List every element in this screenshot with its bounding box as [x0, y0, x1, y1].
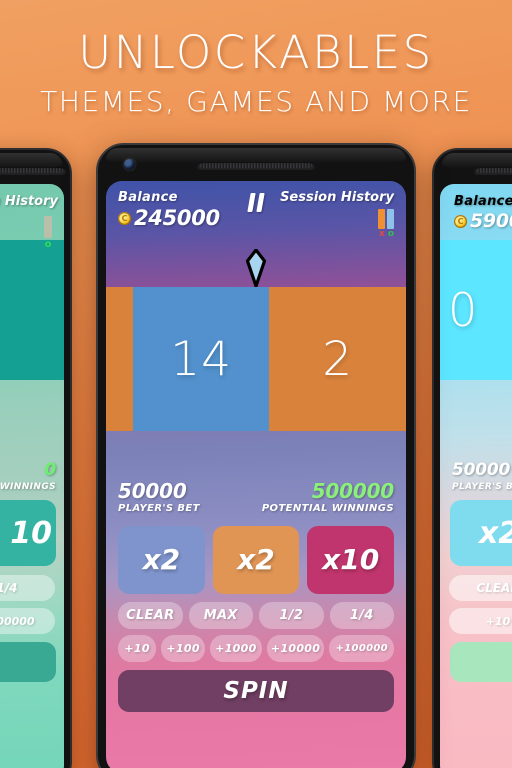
bet-control-right-2[interactable]: +10 — [449, 608, 512, 634]
potential-winnings-value: 500000 — [311, 479, 394, 503]
wheel-strip-right: 0 — [440, 240, 512, 380]
session-history-button[interactable]: Session History x o — [280, 190, 394, 240]
spin-button-right[interactable] — [450, 642, 512, 682]
clear-bet-button[interactable]: CLEAR — [118, 601, 183, 629]
potential-winnings-label-left: TIAL WINNINGS — [0, 482, 56, 492]
player-bet-value: 50000 — [118, 479, 187, 503]
multiplier-row: x2 x2 x10 — [106, 517, 406, 594]
bet-control-left-2[interactable]: +100000 — [0, 608, 55, 634]
history-bar-orange — [378, 209, 385, 229]
session-history-icon: x o — [378, 209, 394, 239]
phone-left: ion History o 0 TIAL WINNINGS 10 1/4 +10… — [0, 148, 72, 768]
multiplier-button-1[interactable]: x2 — [118, 525, 205, 594]
pause-icon-bar-1 — [247, 193, 256, 212]
spin-button-wrap: SPIN — [106, 662, 406, 712]
speaker-grille-center — [197, 162, 315, 169]
bet-info: 50000 PLAYER'S BET 500000 POTENTIAL WINN… — [106, 481, 406, 517]
history-bars — [378, 209, 394, 229]
bet-control-left-1[interactable]: 1/4 — [0, 575, 55, 601]
game-topbar: Balance C 245000 Session History x o — [106, 181, 406, 241]
add-100000-button[interactable]: +100000 — [329, 634, 394, 662]
multiplier-button-right[interactable]: x2 — [450, 500, 512, 566]
front-camera-center — [124, 159, 135, 170]
screen-center: Balance C 245000 Session History x o 14 … — [106, 181, 406, 768]
history-x-icon: x — [379, 229, 385, 239]
coin-icon: C — [118, 211, 131, 225]
phone-right: Balance C 59000 0 50000 PLAYER'S BET x2 … — [432, 148, 512, 768]
history-result-marks: x o — [378, 230, 394, 239]
add-100-button[interactable]: +100 — [161, 634, 206, 662]
wheel-segment-right-1: 0 — [440, 240, 512, 380]
balance-label-right: Balance — [454, 194, 512, 209]
wheel-pointer-icon — [245, 249, 267, 287]
page-subtitle: THEMES, GAMES AND MORE — [40, 85, 472, 118]
add-10-button[interactable]: +10 — [118, 634, 157, 662]
add-10000-button[interactable]: +10000 — [266, 634, 325, 662]
history-bar-blue — [387, 209, 394, 229]
session-history-icon-left[interactable]: o — [44, 216, 52, 250]
phone-center: Balance C 245000 Session History x o 14 … — [96, 143, 416, 768]
player-bet-label: PLAYER'S BET — [118, 503, 200, 514]
potential-winnings-block: 500000 POTENTIAL WINNINGS — [262, 481, 394, 515]
max-bet-button[interactable]: MAX — [188, 601, 253, 629]
bet-info-left: 0 TIAL WINNINGS — [0, 460, 64, 492]
history-o-icon: o — [387, 229, 394, 239]
wheel-strip-left — [0, 240, 64, 380]
bet-info-right: 50000 PLAYER'S BET — [440, 460, 512, 492]
balance-value: 245000 — [134, 206, 220, 230]
wheel-area: 14 2 — [106, 241, 406, 481]
page-title: UNLOCKABLES — [78, 26, 434, 79]
multiplier-button-3[interactable]: x10 — [307, 525, 395, 594]
multiplier-button-left[interactable]: 10 — [0, 500, 56, 566]
player-bet-block: 50000 PLAYER'S BET — [118, 481, 200, 515]
promo-header: UNLOCKABLES THEMES, GAMES AND MORE — [0, 0, 512, 140]
bet-control-right-1[interactable]: CLEAR — [449, 575, 512, 601]
player-bet-value-right: 50000 — [452, 460, 511, 480]
wheel-segment-1 — [106, 287, 133, 431]
quarter-bet-button[interactable]: 1/4 — [329, 601, 394, 629]
sidebar-session-history-label-left[interactable]: ion History — [0, 194, 58, 209]
potential-winnings-value-left: 0 — [44, 460, 56, 480]
wheel-segment-3: 2 — [269, 287, 406, 431]
pause-button[interactable] — [247, 193, 265, 212]
history-o-icon-left: o — [44, 239, 52, 250]
session-history-label: Session History — [280, 190, 394, 205]
wheel-segment-2: 14 — [132, 287, 270, 431]
speaker-grille-right — [474, 167, 512, 174]
history-bar-left — [44, 216, 52, 238]
bet-controls-row-2: +10 +100 +1000 +10000 +100000 — [106, 629, 406, 662]
multiplier-button-2[interactable]: x2 — [212, 525, 300, 594]
balance-value-right: 59000 — [470, 210, 512, 232]
wheel-segment-left-2 — [0, 240, 64, 380]
player-bet-label-right: PLAYER'S BET — [452, 482, 512, 492]
bet-controls-row-1: CLEAR MAX 1/2 1/4 — [106, 594, 406, 629]
screen-right: Balance C 59000 0 50000 PLAYER'S BET x2 … — [440, 184, 512, 768]
add-1000-button[interactable]: +1000 — [210, 634, 262, 662]
potential-winnings-label: POTENTIAL WINNINGS — [261, 503, 394, 514]
speaker-grille-left — [0, 167, 66, 174]
spin-button-left[interactable] — [0, 642, 56, 682]
wheel-strip: 14 2 — [106, 287, 406, 431]
screen-left: ion History o 0 TIAL WINNINGS 10 1/4 +10… — [0, 184, 64, 768]
half-bet-button[interactable]: 1/2 — [259, 601, 324, 629]
coin-icon-right: C — [454, 214, 467, 228]
spin-button[interactable]: SPIN — [118, 669, 394, 712]
